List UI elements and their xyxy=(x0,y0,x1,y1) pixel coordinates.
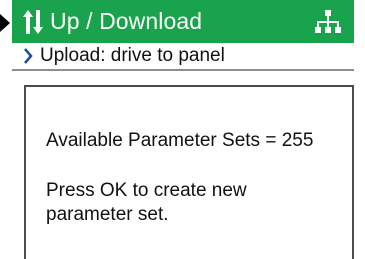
chevron-right-icon xyxy=(22,47,34,65)
instruction-line-1: Press OK to create new xyxy=(46,180,247,201)
menu-item-upload[interactable]: Upload: drive to panel xyxy=(12,43,354,71)
operator-panel-screen: Up / Download Upload: drive to panel Ava xyxy=(12,0,354,259)
available-parameter-sets: Available Parameter Sets = 255 xyxy=(46,130,314,151)
up-down-arrows-icon xyxy=(22,8,44,36)
instruction-line-2: parameter set. xyxy=(46,204,169,225)
message-box: Available Parameter Sets = 255 Press OK … xyxy=(24,85,354,259)
menu-item-label: Upload: drive to panel xyxy=(40,45,225,66)
selection-pointer-icon xyxy=(0,14,10,32)
title-bar: Up / Download xyxy=(12,0,354,43)
network-icon xyxy=(314,9,342,35)
page-title: Up / Download xyxy=(50,8,203,34)
